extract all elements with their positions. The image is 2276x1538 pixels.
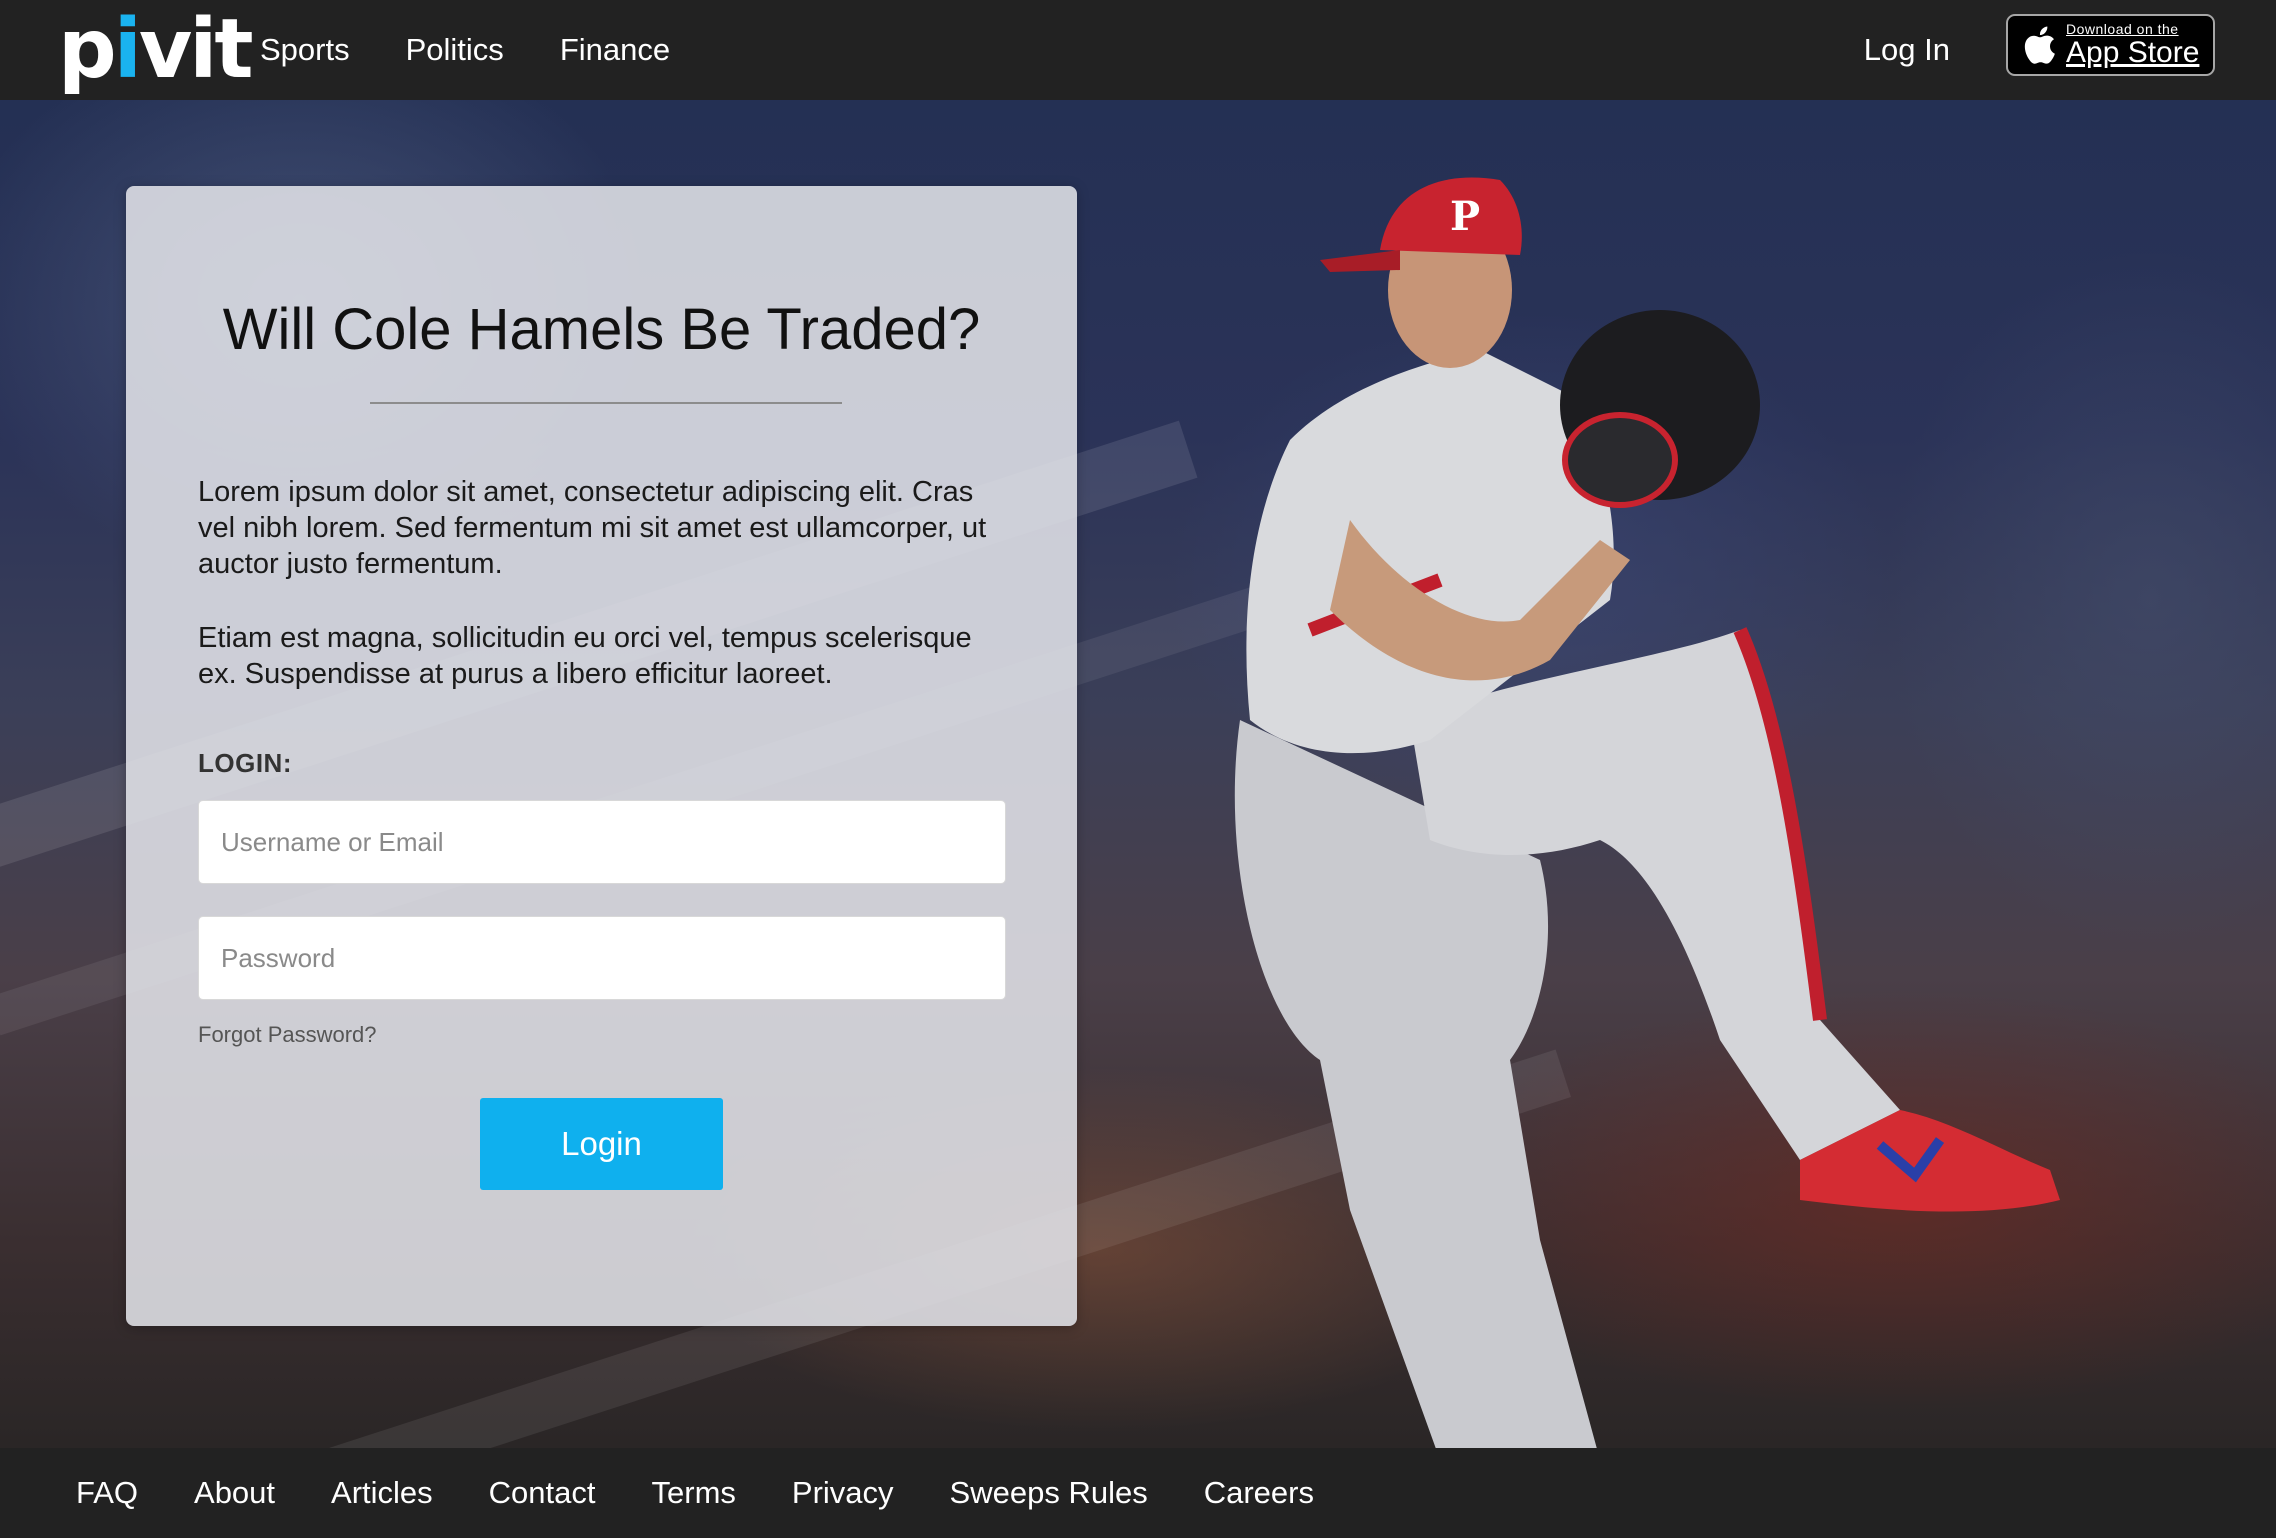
login-section-label: LOGIN: <box>198 748 292 778</box>
svg-text:P: P <box>1450 193 1480 240</box>
footer-link-faq[interactable]: FAQ <box>76 1475 138 1511</box>
intro-paragraph-2: Etiam est magna, sollicitudin eu orci ve… <box>198 622 972 690</box>
app-store-small-text: Download on the <box>2066 21 2179 37</box>
forgot-password-link[interactable]: Forgot Password? <box>198 1022 377 1048</box>
pitcher-photo: P <box>1234 177 2060 1448</box>
footer-link-terms[interactable]: Terms <box>652 1475 736 1511</box>
intro-paragraph-1: Lorem ipsum dolor sit amet, consectetur … <box>198 476 987 580</box>
login-card: Will Cole Hamels Be Traded? Lorem ipsum … <box>126 186 1077 1326</box>
top-navigation-bar: p i vit Sports Politics Finance Log In Dow… <box>0 0 2276 100</box>
card-title: Will Cole Hamels Be Traded? <box>222 297 981 362</box>
footer-link-privacy[interactable]: Privacy <box>792 1475 894 1511</box>
title-divider <box>370 402 842 404</box>
username-email-input[interactable] <box>198 800 1006 884</box>
logo-text-end: vit <box>138 1 254 97</box>
nav-politics[interactable]: Politics <box>406 32 504 68</box>
app-store-big-text: App Store <box>2066 36 2200 69</box>
app-store-badge[interactable]: Download on the App Store <box>2006 14 2215 76</box>
header-login-link[interactable]: Log In <box>1864 0 1950 100</box>
footer-link-about[interactable]: About <box>194 1475 275 1511</box>
footer-navigation: FAQ About Articles Contact Terms Privacy… <box>0 1448 2276 1538</box>
pivit-logo[interactable]: p i vit <box>58 1 254 97</box>
nav-sports[interactable]: Sports <box>260 32 350 68</box>
footer-link-contact[interactable]: Contact <box>489 1475 596 1511</box>
footer-link-sweeps-rules[interactable]: Sweeps Rules <box>950 1475 1148 1511</box>
password-input[interactable] <box>198 916 1006 1000</box>
footer-link-careers[interactable]: Careers <box>1204 1475 1314 1511</box>
footer-link-articles[interactable]: Articles <box>331 1475 433 1511</box>
logo-dot-letter: i <box>113 1 142 97</box>
apple-icon <box>2024 26 2055 64</box>
logo-text-start: p <box>58 1 117 97</box>
category-nav: Sports Politics Finance <box>260 0 670 100</box>
nav-finance[interactable]: Finance <box>560 32 670 68</box>
login-button[interactable]: Login <box>480 1098 723 1190</box>
hero-section: P Will Cole Hamels Be Traded? Lorem ipsu… <box>0 100 2276 1448</box>
